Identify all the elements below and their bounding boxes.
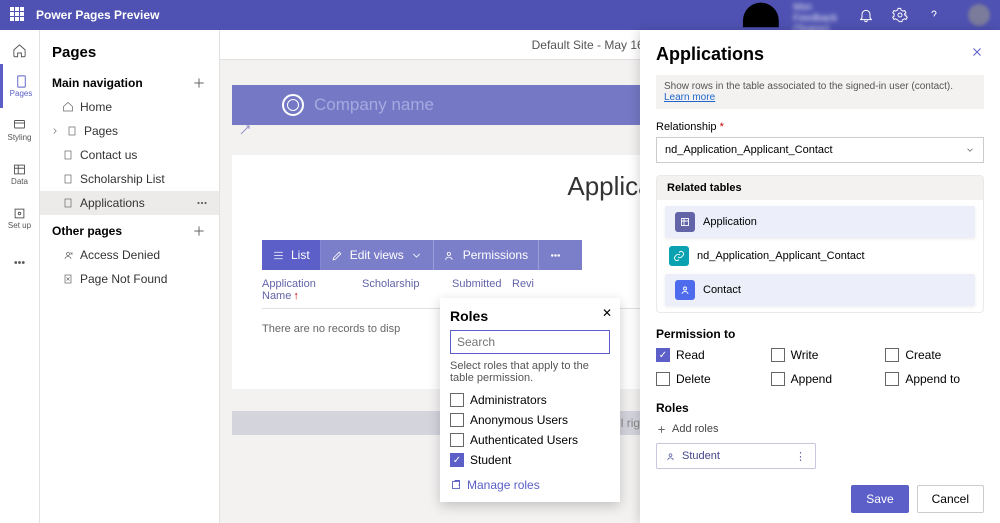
overflow-button[interactable] — [539, 240, 572, 270]
related-nd-link[interactable]: nd_Application_Applicant_Contact — [659, 240, 981, 272]
edit-views-button[interactable]: Edit views — [321, 240, 434, 270]
add-page-icon[interactable] — [191, 75, 207, 91]
top-bar: Power Pages Preview Environment Msn Feed… — [0, 0, 1000, 30]
help-icon[interactable] — [926, 7, 942, 23]
flyout-title: Applications — [656, 44, 764, 65]
role-auth[interactable]: Authenticated Users — [450, 430, 610, 450]
perm-create[interactable]: Create — [885, 347, 984, 363]
app-launcher-icon[interactable] — [10, 7, 26, 23]
page-icon — [62, 273, 74, 285]
tree-contact[interactable]: Contact us — [40, 143, 219, 167]
list-icon — [272, 249, 285, 262]
search-input[interactable] — [450, 330, 610, 354]
save-button[interactable]: Save — [851, 485, 908, 513]
logo-icon — [282, 94, 304, 116]
list-toolbar: List Edit views Permissions — [262, 240, 582, 270]
rail-styling[interactable]: Styling — [0, 108, 40, 152]
other-pages-head: Other pages — [40, 215, 219, 243]
relationship-select[interactable]: nd_Application_Applicant_Contact — [656, 137, 984, 163]
cancel-button[interactable]: Cancel — [917, 485, 984, 513]
table-icon — [675, 212, 695, 232]
info-bar: Show rows in the table associated to the… — [656, 75, 984, 109]
relationship-label: Relationship * — [656, 121, 984, 133]
main-nav-head: Main navigation — [40, 67, 219, 95]
link-icon — [669, 246, 689, 266]
tree-pages[interactable]: Pages — [40, 119, 219, 143]
rail-home[interactable] — [0, 36, 40, 64]
list-button[interactable]: List — [262, 240, 321, 270]
page-icon — [66, 125, 78, 137]
tree-access-denied[interactable]: Access Denied — [40, 243, 219, 267]
page-icon — [62, 173, 74, 185]
bell-icon[interactable] — [858, 7, 874, 23]
close-icon[interactable] — [970, 45, 984, 64]
related-contact[interactable]: Contact — [665, 274, 975, 306]
roles-hint: Select roles that apply to the table per… — [450, 360, 610, 384]
perm-delete[interactable]: Delete — [656, 371, 755, 387]
perm-write[interactable]: Write — [771, 347, 870, 363]
related-tables-head: Related tables — [657, 176, 983, 200]
related-application[interactable]: Application — [665, 206, 975, 238]
role-anon[interactable]: Anonymous Users — [450, 410, 610, 430]
pages-head: Pages — [40, 38, 219, 67]
perm-appendto[interactable]: Append to — [885, 371, 984, 387]
left-rail: Pages Styling Data Set up — [0, 30, 40, 523]
add-other-icon[interactable] — [191, 223, 207, 239]
product-title: Power Pages Preview — [36, 8, 159, 22]
tree-home[interactable]: Home — [40, 95, 219, 119]
permissions-flyout: Applications Show rows in the table asso… — [640, 30, 1000, 523]
roles-label: Roles — [656, 401, 984, 415]
add-roles-button[interactable]: Add roles — [656, 423, 984, 435]
person-icon — [675, 280, 695, 300]
people-icon — [444, 249, 457, 262]
roles-pop-title: Roles — [450, 308, 610, 324]
home-icon — [62, 101, 74, 113]
page-icon — [62, 197, 74, 209]
rail-more[interactable] — [0, 240, 40, 284]
perm-append[interactable]: Append — [771, 371, 870, 387]
roles-popup: Roles ✕ Select roles that apply to the t… — [440, 298, 620, 502]
permissions-button[interactable]: Permissions — [434, 240, 539, 270]
tree-scholarship[interactable]: Scholarship List — [40, 167, 219, 191]
permission-to-label: Permission to — [656, 327, 984, 341]
role-chip-student[interactable]: Student⋮ — [656, 443, 816, 469]
role-admins[interactable]: Administrators — [450, 390, 610, 410]
user-avatar[interactable] — [968, 4, 990, 26]
section-handle[interactable] — [238, 123, 252, 142]
rail-pages[interactable]: Pages — [0, 64, 40, 108]
perm-read[interactable]: Read — [656, 347, 755, 363]
role-chip-more[interactable]: ⋮ — [795, 450, 807, 463]
chevron-down-icon — [965, 145, 975, 155]
learn-more-link[interactable]: Learn more — [664, 92, 715, 103]
chevron-down-icon — [410, 249, 423, 262]
pencil-icon — [331, 249, 344, 262]
chevron-right-icon — [50, 125, 60, 137]
tree-not-found[interactable]: Page Not Found — [40, 267, 219, 291]
rail-data[interactable]: Data — [0, 152, 40, 196]
close-icon[interactable]: ✕ — [602, 306, 612, 320]
tree-applications[interactable]: Applications — [40, 191, 219, 215]
more-icon — [549, 249, 562, 262]
more-icon — [195, 196, 209, 210]
gear-icon[interactable] — [892, 7, 908, 23]
manage-roles-link[interactable]: Manage roles — [450, 478, 610, 492]
person-icon — [665, 451, 676, 462]
rail-setup[interactable]: Set up — [0, 196, 40, 240]
pages-panel: Pages Main navigation Home Pages Contact… — [40, 30, 220, 523]
page-icon — [62, 149, 74, 161]
role-student[interactable]: Student — [450, 450, 610, 470]
lock-icon — [62, 249, 74, 261]
